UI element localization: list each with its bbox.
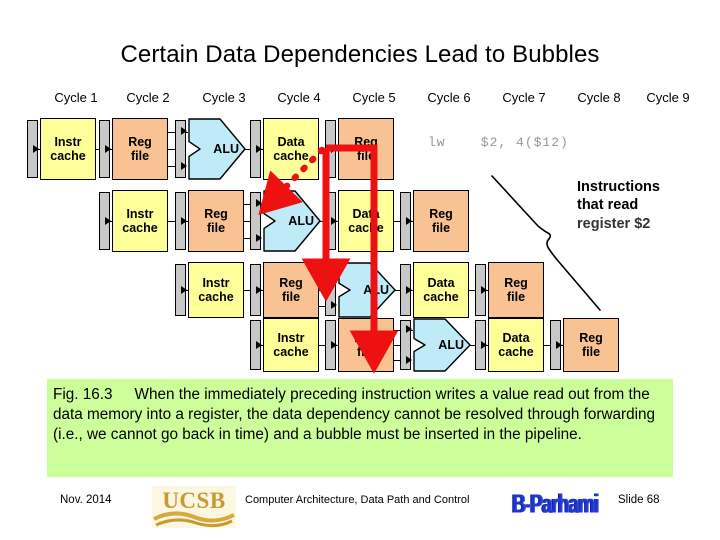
alu-label: ALU <box>438 338 464 352</box>
footer-center-text: Computer Architecture, Data Path and Con… <box>245 494 470 506</box>
connector-arrow-icon <box>406 216 412 225</box>
slide-canvas: Certain Data Dependencies Lead to Bubble… <box>0 0 720 540</box>
connector-arrow-icon <box>181 285 187 294</box>
figure-caption: Fig. 16.3 When the immediately preceding … <box>47 379 673 477</box>
caption-figure-number: Fig. 16.3 <box>53 386 113 403</box>
pipeline-stage-reg-file: Reg file <box>263 262 319 318</box>
footer-date: Nov. 2014 <box>60 494 112 506</box>
pipeline-stage-alu: ALU <box>188 118 246 180</box>
connector-arrow-icon <box>331 340 337 349</box>
note-instructions-read-reg: Instructions that read register $2 <box>577 178 660 233</box>
ucsb-wave-icon <box>153 511 235 528</box>
note-line-2: that read <box>577 197 639 214</box>
pipeline-stage-alu: ALU <box>338 262 396 318</box>
connector-arrow-icon <box>105 144 111 153</box>
author-logo-text: B-Parhami <box>511 491 599 520</box>
stage-link-wire <box>244 221 250 222</box>
pipeline-stage-data-cache: Data cache <box>338 190 394 252</box>
connector-arrow-icon <box>331 144 337 153</box>
connector-arrow-icon <box>481 340 487 349</box>
pipeline-stage-reg-file: Reg file <box>413 190 469 252</box>
connector-arrow-icon <box>331 216 337 225</box>
stage-link-wire <box>394 345 400 346</box>
connector-arrow-icon <box>556 340 562 349</box>
pipeline-stage-instr-cache: Instr cache <box>188 262 244 318</box>
connector-arrow-icon <box>181 216 187 225</box>
connector-arrow-icon <box>181 127 187 136</box>
alu-input-arrow-icon <box>406 355 412 364</box>
stage-link-wire <box>96 149 99 150</box>
pipeline-stage-reg-file: Reg file <box>338 118 394 180</box>
pipeline-stage-instr-cache: Instr cache <box>112 190 168 252</box>
alu-input-arrow-icon <box>256 233 262 242</box>
pipeline-stage-reg-file: Reg file <box>338 318 394 372</box>
slide-footer: Nov. 2014 UCSB Computer Architecture, Da… <box>0 486 720 528</box>
pipeline-stage-alu: ALU <box>263 190 321 252</box>
pipeline-stage-reg-file: Reg file <box>112 118 168 180</box>
instruction-label: lw $2, 4($12) <box>428 135 569 150</box>
alu-label: ALU <box>363 283 389 297</box>
stage-link-wire <box>469 345 475 346</box>
connector-arrow-icon <box>105 216 111 225</box>
author-logo: B-Parhami <box>509 487 601 527</box>
footer-slide-number: Slide 68 <box>618 494 660 506</box>
stage-link-wire <box>319 290 325 291</box>
pipeline-stage-reg-file: Reg file <box>188 190 244 252</box>
ucsb-logo: UCSB <box>152 486 236 528</box>
stage-link-wire <box>168 221 175 222</box>
stage-link-wire <box>168 149 175 150</box>
connector-arrow-icon <box>256 144 262 153</box>
connector-arrow-icon <box>406 325 412 334</box>
alu-label: ALU <box>288 214 314 228</box>
stage-link-wire <box>394 290 400 291</box>
connector-arrow-icon <box>256 199 262 208</box>
connector-arrow-icon <box>256 340 262 349</box>
alu-label: ALU <box>213 142 239 156</box>
pipeline-stage-instr-cache: Instr cache <box>263 318 319 372</box>
pipeline-stage-data-cache: Data cache <box>413 262 469 318</box>
stage-link-wire <box>244 149 250 150</box>
connector-arrow-icon <box>406 285 412 294</box>
pipeline-stage-instr-cache: Instr cache <box>40 118 96 180</box>
pipeline-stage-alu: ALU <box>413 318 471 372</box>
connector-arrow-icon <box>256 285 262 294</box>
regfile-to-alu-wire <box>168 166 175 168</box>
note-line-3: register $2 <box>577 215 651 232</box>
regfile-to-alu-wire <box>168 131 175 133</box>
stage-link-wire <box>244 290 250 291</box>
stage-link-wire <box>469 290 475 291</box>
alu-input-arrow-icon <box>331 301 337 310</box>
stage-link-wire <box>319 149 325 150</box>
connector-arrow-icon <box>331 269 337 278</box>
pipeline-stage-data-cache: Data cache <box>263 118 319 180</box>
connector-arrow-icon <box>33 144 39 153</box>
stage-link-wire <box>319 345 325 346</box>
note-line-1: Instructions <box>577 179 660 195</box>
stage-link-wire <box>319 221 325 222</box>
alu-input-arrow-icon <box>181 161 187 170</box>
stage-link-wire <box>394 221 400 222</box>
stage-link-wire <box>544 345 550 346</box>
caption-text: When the immediately preceding instructi… <box>53 386 656 443</box>
